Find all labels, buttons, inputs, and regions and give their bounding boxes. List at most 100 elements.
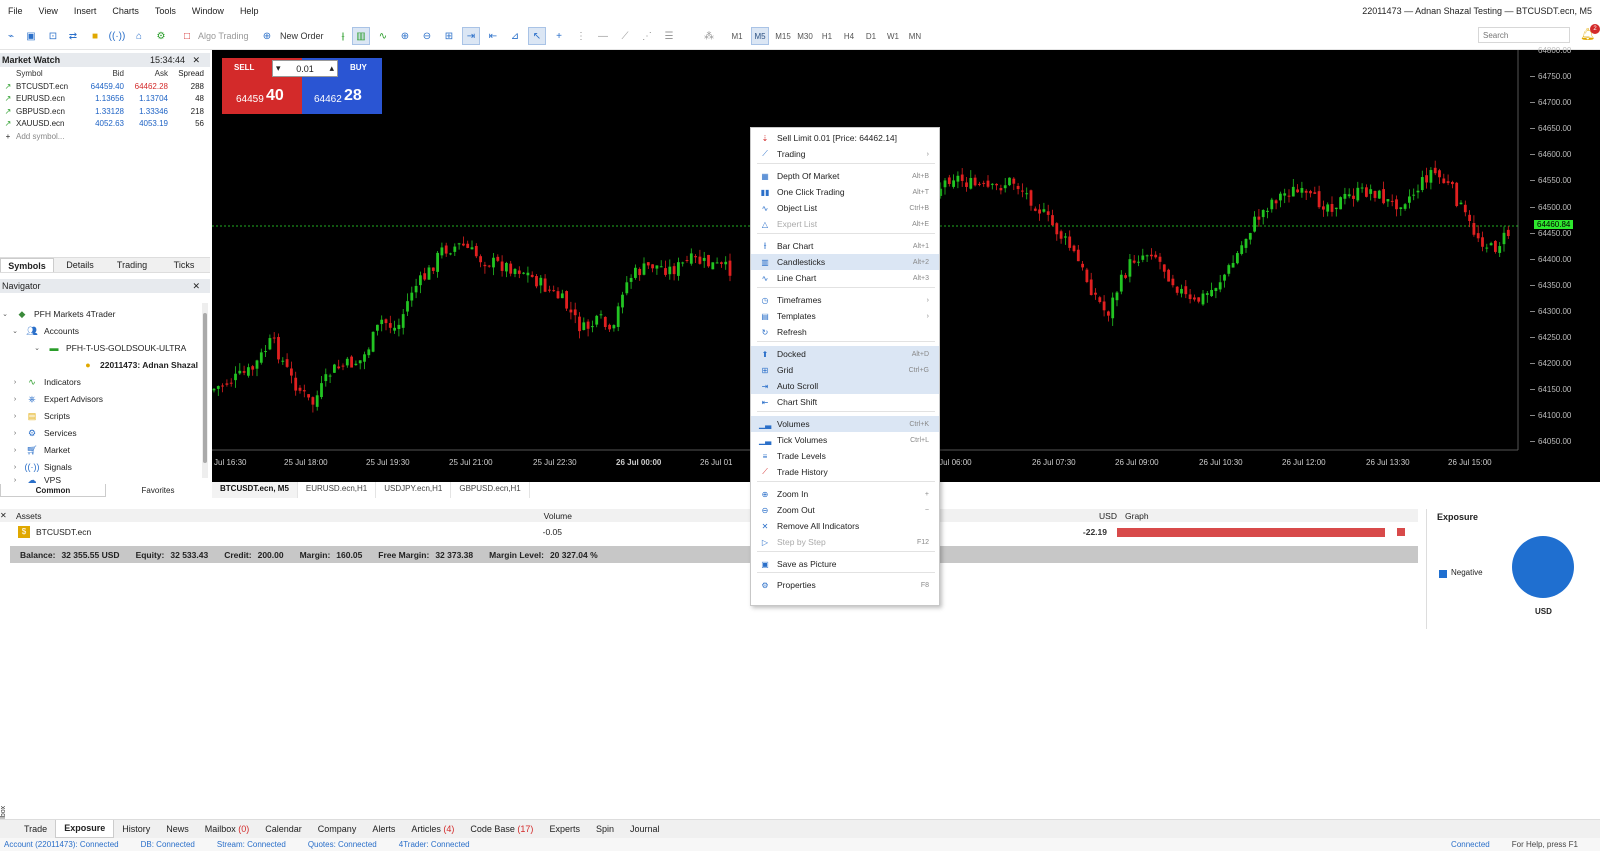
grid-tool-icon[interactable]: ⊞ [440, 27, 458, 45]
menu-window[interactable]: Window [184, 0, 232, 22]
menu-item-refresh[interactable]: ↻ Refresh [751, 324, 939, 340]
algo-trading-button[interactable]: Algo Trading [198, 27, 249, 45]
increase-icon[interactable]: ▴ [329, 63, 334, 74]
menu-item-auto-scroll[interactable]: ⇥ Auto Scroll [751, 378, 939, 394]
table-row[interactable]: ↗ XAUUSD.ecn 4052.63 4053.19 56 [0, 118, 210, 131]
nav-item-server[interactable]: ⌄ ▬ PFH-T-US-GOLDSOUK-ULTRA [32, 340, 186, 356]
bar-chart-tool-icon[interactable]: ⫲ [334, 27, 352, 45]
collapse-icon[interactable]: ⌄ [10, 327, 20, 335]
tf-m5[interactable]: M5 [751, 27, 769, 45]
close-icon[interactable]: ✕ [192, 281, 200, 292]
table-row[interactable]: ↗ GBPUSD.ecn 1.33128 1.33346 218 [0, 105, 210, 118]
new-order-button[interactable]: New Order [280, 27, 324, 45]
tab-articles[interactable]: Articles (4) [403, 821, 462, 838]
col-symbol[interactable]: Symbol [16, 69, 86, 78]
menu-item-remove-indicators[interactable]: ✕ Remove All Indicators [751, 518, 939, 534]
tab-symbols[interactable]: Symbols [0, 258, 54, 272]
autoscroll-tool-icon[interactable]: ⇥ [462, 27, 480, 45]
menu-item-templates[interactable]: ▤ Templates › [751, 308, 939, 324]
fibo-icon[interactable]: ☰ [660, 27, 678, 45]
expand-icon[interactable]: › [10, 379, 20, 386]
tab-details[interactable]: Details [54, 258, 106, 272]
tab-exposure[interactable]: Exposure [55, 820, 115, 838]
zoom-in-tool-icon[interactable]: ⊕ [396, 27, 414, 45]
menu-item-grid[interactable]: ⊞ Grid Ctrl+G [751, 362, 939, 378]
profiles-icon[interactable]: ▣ [22, 27, 40, 45]
tab-favorites[interactable]: Favorites [106, 484, 210, 497]
new-chart-icon[interactable]: ⌁ [2, 27, 20, 45]
expand-icon[interactable]: › [10, 447, 20, 454]
shapes-icon[interactable]: ⁂ [700, 27, 718, 45]
menu-item-tick-volumes[interactable]: ▁▃ Tick Volumes Ctrl+L [751, 432, 939, 448]
nav-item-signals[interactable]: › ((·)) Signals [10, 459, 72, 475]
indicators-tool-icon[interactable]: ⊿ [506, 27, 524, 45]
nav-item-indicators[interactable]: › ∿ Indicators [10, 374, 81, 390]
menu-item-step[interactable]: ▷ Step by Step F12 [751, 534, 939, 550]
menu-charts[interactable]: Charts [104, 0, 147, 22]
nav-item-account[interactable]: ● 22011473: Adnan Shazal [82, 357, 198, 373]
menu-item-properties[interactable]: ⚙ Properties F8 [751, 577, 939, 593]
add-symbol-row[interactable]: + Add symbol... [0, 130, 210, 143]
table-row[interactable]: $ BTCUSDT.ecn -0.05 -22.19 [0, 525, 1418, 539]
col-graph[interactable]: Graph [1117, 511, 1149, 521]
tf-w1[interactable]: W1 [884, 27, 902, 45]
tab-trading[interactable]: Trading [106, 258, 158, 272]
tab-company[interactable]: Company [310, 821, 365, 838]
trendline-icon[interactable]: ⟋ [616, 27, 634, 45]
tf-h1[interactable]: H1 [818, 27, 836, 45]
hline-icon[interactable]: — [594, 27, 612, 45]
line-tool-icon[interactable]: ∿ [374, 27, 392, 45]
volume-stepper[interactable]: ▾ 0.01 ▴ [272, 60, 338, 77]
tab-mailbox[interactable]: Mailbox (0) [197, 821, 258, 838]
tab-journal[interactable]: Journal [622, 821, 668, 838]
tab-experts[interactable]: Experts [541, 821, 588, 838]
menu-item-trade-history[interactable]: ⟋ Trade History [751, 464, 939, 480]
tab-chart-gbpusd[interactable]: GBPUSD.ecn,H1 [451, 482, 530, 498]
data-window-icon[interactable]: ⇄ [64, 27, 82, 45]
nav-item-root[interactable]: ⌄ ◆ PFH Markets 4Trader [0, 306, 115, 322]
tab-common[interactable]: Common [0, 484, 106, 497]
menu-item-chart-shift[interactable]: ⇤ Chart Shift [751, 394, 939, 410]
tab-chart-btcusdt[interactable]: BTCUSDT.ecn, M5 [212, 482, 298, 498]
menu-help[interactable]: Help [232, 0, 267, 22]
zoom-out-tool-icon[interactable]: ⊖ [418, 27, 436, 45]
tab-alerts[interactable]: Alerts [364, 821, 403, 838]
menu-item-one-click[interactable]: ▮▮ One Click Trading Alt+T [751, 184, 939, 200]
nav-item-experts[interactable]: › ⎈ Expert Advisors [10, 391, 103, 407]
tab-news[interactable]: News [158, 821, 197, 838]
menu-item-volumes[interactable]: ▁▃ Volumes Ctrl+K [751, 416, 939, 432]
table-row[interactable]: ↗ BTCUSDT.ecn 64459.40 64462.28 288 [0, 80, 210, 93]
menu-view[interactable]: View [31, 0, 66, 22]
menu-item-zoom-in[interactable]: ⊕ Zoom In + [751, 486, 939, 502]
algo-trading-icon[interactable]: □ [178, 27, 196, 45]
nav-item-accounts[interactable]: ⌄ 👥︎ Accounts [10, 323, 79, 339]
tab-chart-usdjpy[interactable]: USDJPY.ecn,H1 [376, 482, 452, 498]
menu-item-docked[interactable]: ⬆ Docked Alt+D [751, 346, 939, 362]
cursor-tool-icon[interactable]: ↖ [528, 27, 546, 45]
menu-item-trading[interactable]: ⟋ Trading › [751, 146, 939, 162]
tf-m1[interactable]: M1 [728, 27, 746, 45]
add-symbol-label[interactable]: Add symbol... [16, 132, 64, 141]
crosshair-icon[interactable]: + [550, 27, 568, 45]
tab-history[interactable]: History [114, 821, 158, 838]
scrollbar-thumb[interactable] [203, 313, 207, 463]
col-volume[interactable]: Volume [290, 511, 572, 521]
expand-icon[interactable]: › [10, 477, 20, 484]
close-icon[interactable]: ✕ [0, 511, 10, 520]
menu-item-expert-list[interactable]: △ Expert List Alt+E [751, 216, 939, 232]
menu-item-timeframes[interactable]: ◷ Timeframes › [751, 292, 939, 308]
close-icon[interactable]: ✕ [192, 55, 200, 66]
candles-tool-icon[interactable]: ▥ [352, 27, 370, 45]
tf-h4[interactable]: H4 [840, 27, 858, 45]
col-spread[interactable]: Spread [168, 69, 204, 78]
tab-spin[interactable]: Spin [588, 821, 622, 838]
new-order-icon[interactable]: ⊕ [258, 27, 276, 45]
tab-calendar[interactable]: Calendar [257, 821, 310, 838]
decrease-icon[interactable]: ▾ [276, 63, 281, 74]
signal-icon[interactable]: ((·)) [108, 27, 126, 45]
nav-item-scripts[interactable]: › ▤ Scripts [10, 408, 70, 424]
search-input[interactable] [1478, 27, 1570, 43]
tab-ticks[interactable]: Ticks [158, 258, 210, 272]
col-assets[interactable]: Assets [10, 511, 290, 521]
menu-insert[interactable]: Insert [66, 0, 105, 22]
